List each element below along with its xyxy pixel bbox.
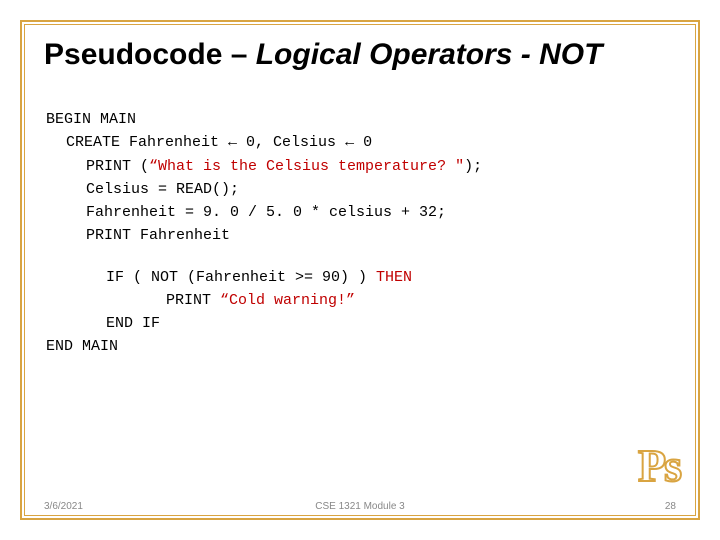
code-line: PRINT Fahrenheit xyxy=(86,224,482,247)
code-line: PRINT (“What is the Celsius temperature?… xyxy=(86,155,482,178)
title-part1: Pseudocode – xyxy=(44,38,256,71)
code-line: BEGIN MAIN xyxy=(46,108,482,131)
slide-title: Pseudocode – Logical Operators - NOT xyxy=(44,38,602,72)
pseudocode-block: BEGIN MAIN CREATE Fahrenheit ← 0, Celsiu… xyxy=(46,108,482,359)
footer-module: CSE 1321 Module 3 xyxy=(315,501,405,512)
code-line: PRINT “Cold warning!” xyxy=(166,289,482,312)
code-line: Fahrenheit = 9. 0 / 5. 0 * celsius + 32; xyxy=(86,201,482,224)
code-line: END IF xyxy=(106,312,482,335)
ps-logo: Ps xyxy=(638,439,680,492)
code-line: Celsius = READ(); xyxy=(86,178,482,201)
footer-page-number: 28 xyxy=(665,501,676,512)
title-part2: Logical Operators - NOT xyxy=(256,38,603,71)
code-line: CREATE Fahrenheit ← 0, Celsius ← 0 xyxy=(66,131,482,154)
footer-date: 3/6/2021 xyxy=(44,501,83,512)
code-line: IF ( NOT (Fahrenheit >= 90) ) THEN xyxy=(106,266,482,289)
code-line: END MAIN xyxy=(46,335,482,358)
slide-footer: 3/6/2021 CSE 1321 Module 3 28 xyxy=(44,501,676,512)
